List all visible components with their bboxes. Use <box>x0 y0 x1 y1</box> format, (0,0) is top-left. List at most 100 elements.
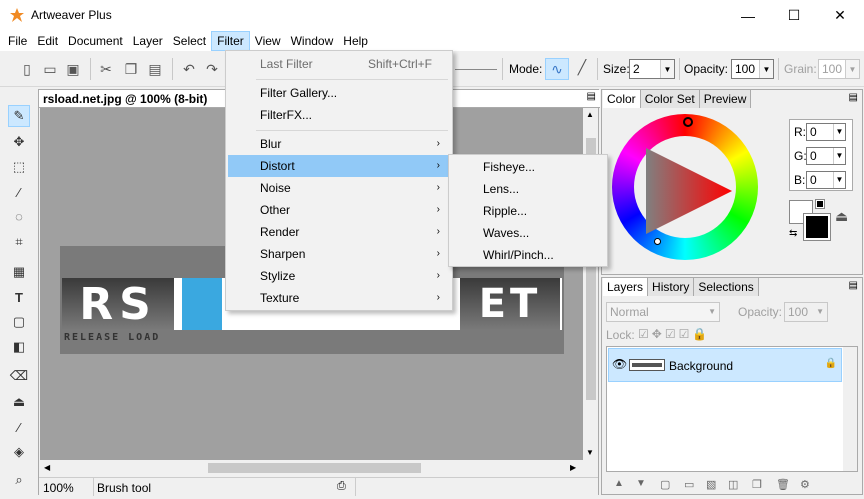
gradient-tool-icon[interactable]: ◧ <box>8 336 30 358</box>
tab-color-set[interactable]: Color Set <box>640 90 700 108</box>
copy-icon[interactable]: ❐ <box>122 60 140 78</box>
menu-item-waves[interactable]: Waves... <box>451 222 605 244</box>
saturation-triangle[interactable] <box>644 146 734 236</box>
eyedropper-tool-icon[interactable]: ⁄ <box>8 416 30 438</box>
menu-item-stylize[interactable]: Stylize › <box>228 265 450 287</box>
crop-tool-icon[interactable]: ⌗ <box>8 231 30 253</box>
magic-wand-tool-icon[interactable]: ⁄ <box>8 181 30 203</box>
menu-item-texture[interactable]: Texture › <box>228 287 450 309</box>
zoom-tool-icon[interactable]: ⌕ <box>8 469 30 491</box>
menu-item-sharpen[interactable]: Sharpen › <box>228 243 450 265</box>
undo-icon[interactable]: ↶ <box>180 60 198 78</box>
menu-item-filterfx[interactable]: FilterFX... <box>228 104 450 126</box>
size-combo[interactable]: 2 ▼ <box>629 59 675 79</box>
status-info-icon[interactable]: ⎙ <box>337 480 346 493</box>
line-mode-icon[interactable]: ╱ <box>572 58 592 76</box>
new-folder-icon[interactable]: ▭ <box>684 478 694 491</box>
zoom-level[interactable]: 100% <box>43 481 74 495</box>
eraser-tool-icon[interactable]: ⌫ <box>8 365 30 387</box>
move-layer-down-icon[interactable]: ▼ <box>636 478 646 489</box>
shape-tool-icon[interactable]: ▢ <box>8 311 30 333</box>
horizontal-scrollbar[interactable]: ◀ ▶ <box>40 460 583 476</box>
layer-opacity-input[interactable]: 100 ▼ <box>784 302 828 322</box>
redo-icon[interactable]: ↷ <box>203 60 221 78</box>
clone-stamp-tool-icon[interactable]: ⏏ <box>8 391 30 413</box>
scroll-right-icon[interactable]: ▶ <box>570 463 576 472</box>
new-layer-icon[interactable]: ▢ <box>660 478 670 491</box>
scroll-up-icon[interactable]: ▲ <box>586 110 594 119</box>
menu-item-distort[interactable]: Distort › <box>228 155 450 177</box>
cut-icon[interactable]: ✂ <box>97 60 115 78</box>
panel-menu-icon[interactable]: ▤ <box>849 92 858 103</box>
chevron-down-icon: ▼ <box>845 60 859 78</box>
menu-item-lens[interactable]: Lens... <box>451 178 605 200</box>
menu-item-fisheye[interactable]: Fisheye... <box>451 156 605 178</box>
b-input[interactable]: 0 ▼ <box>806 171 846 189</box>
tab-color[interactable]: Color <box>603 90 641 108</box>
menu-edit[interactable]: Edit <box>32 31 63 51</box>
freehand-mode-icon[interactable]: ∿ <box>545 58 569 80</box>
menu-item-render[interactable]: Render › <box>228 221 450 243</box>
move-tool-icon[interactable]: ✥ <box>8 131 30 153</box>
menu-file[interactable]: File <box>3 31 32 51</box>
save-icon[interactable]: ▣ <box>64 60 82 78</box>
reset-colors-icon[interactable] <box>815 199 825 209</box>
lasso-tool-icon[interactable]: ◌ <box>8 205 30 227</box>
layer-list-scrollbar[interactable] <box>843 347 857 471</box>
g-input[interactable]: 0 ▼ <box>806 147 846 165</box>
visibility-eye-icon[interactable]: 👁 <box>612 357 627 371</box>
fill-bucket-tool-icon[interactable]: ◈ <box>8 441 30 463</box>
menu-view[interactable]: View <box>250 31 286 51</box>
scroll-down-icon[interactable]: ▼ <box>586 448 594 457</box>
color-marker[interactable] <box>654 238 661 245</box>
hue-marker[interactable] <box>683 117 693 127</box>
menu-select[interactable]: Select <box>168 31 211 51</box>
menu-layer[interactable]: Layer <box>128 31 168 51</box>
horizontal-scroll-thumb[interactable] <box>208 463 421 473</box>
paste-icon[interactable]: ▤ <box>146 60 164 78</box>
menu-item-blur[interactable]: Blur › <box>228 133 450 155</box>
foreground-color-swatch[interactable] <box>803 213 831 241</box>
opacity-combo[interactable]: 100 ▼ <box>731 59 774 79</box>
tab-history[interactable]: History <box>648 278 695 296</box>
new-document-icon[interactable]: ▯ <box>18 60 36 78</box>
panel-menu-icon[interactable]: ▤ <box>587 91 596 102</box>
blend-mode-select[interactable]: Normal ▼ <box>606 302 720 322</box>
tab-layers[interactable]: Layers <box>603 278 649 296</box>
minimize-button[interactable]: — <box>725 0 771 31</box>
menu-help[interactable]: Help <box>338 31 373 51</box>
menu-item-last-filter[interactable]: Last Filter Shift+Ctrl+F <box>228 53 450 75</box>
text-tool-icon[interactable]: T <box>8 286 30 308</box>
hue-wheel[interactable] <box>612 114 758 260</box>
delete-layer-icon[interactable]: 🗑 <box>776 478 790 491</box>
brush-tool-icon[interactable]: ✎ <box>8 105 30 127</box>
grain-combo[interactable]: 100 ▼ <box>818 59 860 79</box>
merge-layer-icon[interactable]: ◫ <box>728 478 738 491</box>
maximize-button[interactable]: ☐ <box>771 0 817 31</box>
duplicate-layer-icon[interactable]: ❐ <box>752 478 762 491</box>
scroll-left-icon[interactable]: ◀ <box>44 463 50 472</box>
menu-item-ripple[interactable]: Ripple... <box>451 200 605 222</box>
menu-document[interactable]: Document <box>63 31 128 51</box>
menu-item-noise[interactable]: Noise › <box>228 177 450 199</box>
open-folder-icon[interactable]: ▭ <box>41 60 59 78</box>
swap-colors-icon[interactable]: ⇆ <box>789 228 797 239</box>
menu-item-other[interactable]: Other › <box>228 199 450 221</box>
close-button[interactable]: ✕ <box>817 0 863 31</box>
layer-row[interactable]: 👁 Background 🔒 <box>608 348 842 382</box>
r-input[interactable]: 0 ▼ <box>806 123 846 141</box>
tab-selections[interactable]: Selections <box>694 278 759 296</box>
tab-preview[interactable]: Preview <box>699 90 752 108</box>
eyedropper-stamp-icon[interactable]: ⏏ <box>835 208 848 225</box>
menu-item-filter-gallery[interactable]: Filter Gallery... <box>228 82 450 104</box>
menu-item-whirl-pinch[interactable]: Whirl/Pinch... <box>451 244 605 266</box>
menu-window[interactable]: Window <box>286 31 339 51</box>
perspective-tool-icon[interactable]: ▦ <box>8 261 30 283</box>
move-layer-up-icon[interactable]: ▲ <box>614 478 624 489</box>
layer-effects-icon[interactable]: ▧ <box>706 478 716 491</box>
layer-properties-icon[interactable]: ⚙ <box>800 478 810 491</box>
menu-filter[interactable]: Filter <box>211 31 250 51</box>
panel-menu-icon[interactable]: ▤ <box>849 280 858 291</box>
marquee-tool-icon[interactable]: ⬚ <box>8 156 30 178</box>
lock-options-icons[interactable]: ☑✥☑☑🔒 <box>638 327 710 341</box>
